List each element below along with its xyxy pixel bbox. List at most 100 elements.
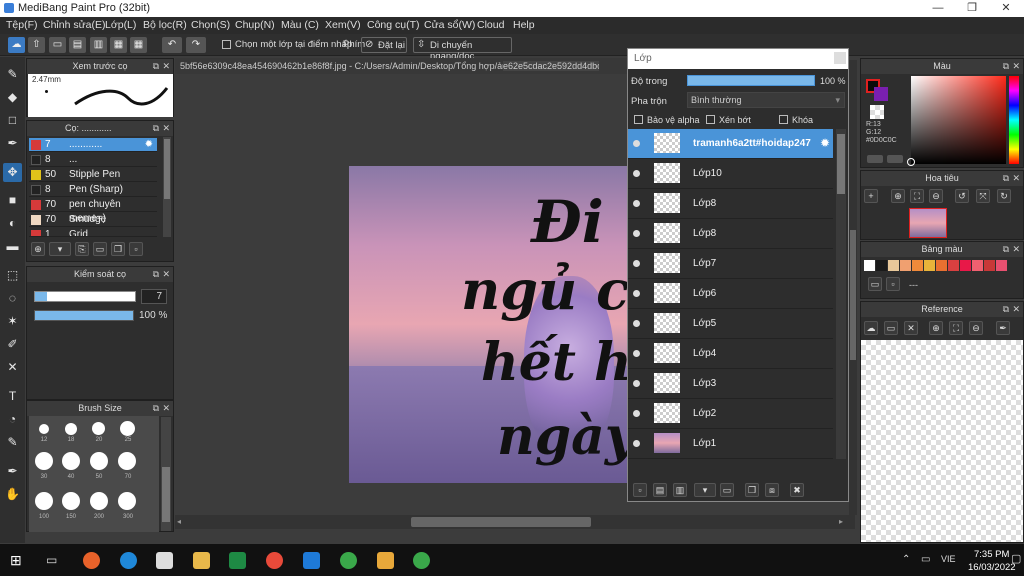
zoom-in-icon[interactable]: ⊕ xyxy=(891,189,905,203)
color-swap-button[interactable] xyxy=(887,155,903,163)
store-icon[interactable] xyxy=(156,552,173,569)
popout-icon[interactable]: ⧉ xyxy=(1003,302,1009,317)
brush-size-option[interactable] xyxy=(92,422,105,435)
magic-wand-icon[interactable]: ✶ xyxy=(3,312,22,331)
chrome-icon[interactable] xyxy=(340,552,357,569)
palette-swatch[interactable] xyxy=(912,260,923,271)
chevron-up-icon[interactable]: ⌃ xyxy=(902,554,910,565)
add-brush-icon[interactable]: ⊕ xyxy=(31,242,45,256)
move-tool-icon[interactable]: ✥ xyxy=(3,163,22,182)
eye-icon[interactable] xyxy=(633,410,640,417)
notification-icon[interactable]: ▢ xyxy=(1011,552,1021,565)
rotate-left-icon[interactable]: ↺ xyxy=(955,189,969,203)
close-icon[interactable]: ✕ xyxy=(1012,171,1020,186)
firefox-icon[interactable] xyxy=(83,552,100,569)
rotate-right-icon[interactable]: ↻ xyxy=(997,189,1011,203)
chrome-icon[interactable] xyxy=(413,552,430,569)
document-tab-active[interactable]: 5bf56e6309c48ea454690462b1e86f8f.jpg - C… xyxy=(180,61,526,71)
eye-icon[interactable] xyxy=(633,200,640,207)
app-icon[interactable] xyxy=(377,552,394,569)
reference-area[interactable] xyxy=(861,340,1023,542)
brush-size-option[interactable] xyxy=(90,452,108,470)
fill-rect-tool-icon[interactable]: ■ xyxy=(3,191,22,210)
layer-row[interactable]: Lớp6 xyxy=(628,279,833,309)
merge-layer-icon[interactable]: ⧈ xyxy=(765,483,779,497)
menu-view[interactable]: Xem(V) xyxy=(325,19,361,31)
brush-size-input[interactable]: 7 xyxy=(141,289,167,304)
clipping-checkbox[interactable] xyxy=(706,115,715,124)
lasso-icon[interactable]: ◌ xyxy=(3,289,22,308)
palette-swatch[interactable] xyxy=(948,260,959,271)
cloud-icon[interactable]: ☁ xyxy=(8,37,25,53)
palette-swatch[interactable] xyxy=(888,260,899,271)
brush-opacity-slider[interactable] xyxy=(34,310,134,321)
close-icon[interactable]: ✕ xyxy=(162,59,170,74)
brush-item[interactable]: 7............ ✹ xyxy=(29,138,157,152)
transparent-color-swatch[interactable] xyxy=(870,105,884,119)
select-layer-checkbox[interactable] xyxy=(222,40,231,49)
operation-tool-icon[interactable]: ◔ xyxy=(3,410,22,429)
brush-size-option[interactable] xyxy=(39,424,49,434)
popout-icon[interactable]: ⧉ xyxy=(153,121,159,136)
add-brush-menu-icon[interactable]: ▾ xyxy=(49,242,71,256)
brush-item[interactable]: 50 Stipple Pen xyxy=(29,168,157,182)
eyedropper-icon[interactable]: ✒ xyxy=(996,321,1010,335)
brush-item[interactable]: 8 Pen (Sharp) xyxy=(29,183,157,197)
protect-alpha-checkbox[interactable] xyxy=(634,115,643,124)
menu-select[interactable]: Chọn(S) xyxy=(191,19,230,31)
brush-size-option[interactable] xyxy=(118,452,136,470)
menu-tools[interactable]: Công cụ(T) xyxy=(367,19,420,31)
popout-icon[interactable]: ⧉ xyxy=(1003,59,1009,74)
popout-icon[interactable]: ⧉ xyxy=(1003,171,1009,186)
delete-layer-icon[interactable]: ✖ xyxy=(790,483,804,497)
gear-icon[interactable]: ✹ xyxy=(820,136,830,150)
reset-view-icon[interactable]: ⤧ xyxy=(976,189,990,203)
rectangle-tool-icon[interactable]: □ xyxy=(3,111,22,130)
hue-slider[interactable] xyxy=(1009,76,1019,164)
delete-brush-icon[interactable]: ▫ xyxy=(129,242,143,256)
text-tool-icon[interactable]: T xyxy=(3,387,22,406)
new-layer-1bit-icon[interactable]: ▥ xyxy=(673,483,687,497)
layer-row[interactable]: Lớp8 xyxy=(628,189,833,219)
canvas-vscroll-thumb[interactable] xyxy=(850,230,856,360)
close-icon[interactable]: ✕ xyxy=(162,267,170,282)
palette-swatch[interactable] xyxy=(996,260,1007,271)
close-icon[interactable]: ✕ xyxy=(162,121,170,136)
redo-icon[interactable]: ↷ xyxy=(186,37,206,53)
popout-icon[interactable]: ⧉ xyxy=(153,59,159,74)
palette-swatch[interactable] xyxy=(876,260,887,271)
pen-tool-icon[interactable]: ✒ xyxy=(3,134,22,153)
input-language[interactable]: VIE xyxy=(941,554,956,564)
brush-size-scrollbar[interactable] xyxy=(161,417,171,531)
canvas-hscrollbar[interactable]: ◂ ▸ xyxy=(175,515,855,529)
menu-help[interactable]: Help xyxy=(513,19,535,31)
fit-icon[interactable]: ⛶ xyxy=(910,189,924,203)
layer-row[interactable]: Lớp10 xyxy=(628,159,833,189)
brush-size-option[interactable] xyxy=(118,492,136,510)
brush-item[interactable]: 1 Grid xyxy=(29,228,157,237)
brush-size-slider[interactable] xyxy=(34,291,136,302)
close-icon[interactable]: ✕ xyxy=(1012,59,1020,74)
scroll-left-icon[interactable]: ◂ xyxy=(177,517,181,526)
eye-icon[interactable] xyxy=(633,380,640,387)
move-hv-button[interactable]: ⇳ Di chuyển ngang/dọc xyxy=(413,37,512,62)
brush-size-option[interactable] xyxy=(90,492,108,510)
maximize-button[interactable]: ❐ xyxy=(955,0,989,17)
chat-icon[interactable]: ▭ xyxy=(49,37,66,53)
new-layer-halftone-icon[interactable]: ▤ xyxy=(653,483,667,497)
reset-button[interactable]: ⊘ Đặt lại xyxy=(361,37,407,53)
brush-size-option[interactable] xyxy=(120,421,135,436)
zoom-out-icon[interactable]: ⊖ xyxy=(969,321,983,335)
fit-icon[interactable]: ⛶ xyxy=(949,321,963,335)
eye-icon[interactable] xyxy=(633,140,640,147)
close-icon[interactable]: ✕ xyxy=(162,401,170,416)
eye-icon[interactable] xyxy=(633,350,640,357)
eye-icon[interactable] xyxy=(633,440,640,447)
comment-icon[interactable]: ▤ xyxy=(69,37,86,53)
palette-swatch[interactable] xyxy=(984,260,995,271)
bucket-tool-icon[interactable]: ◐ xyxy=(3,214,22,233)
eye-icon[interactable] xyxy=(633,230,640,237)
copy-brush-icon[interactable]: ⎘ xyxy=(75,242,89,256)
popout-icon[interactable]: ⧉ xyxy=(153,401,159,416)
gear-icon[interactable]: ✹ xyxy=(145,138,153,152)
